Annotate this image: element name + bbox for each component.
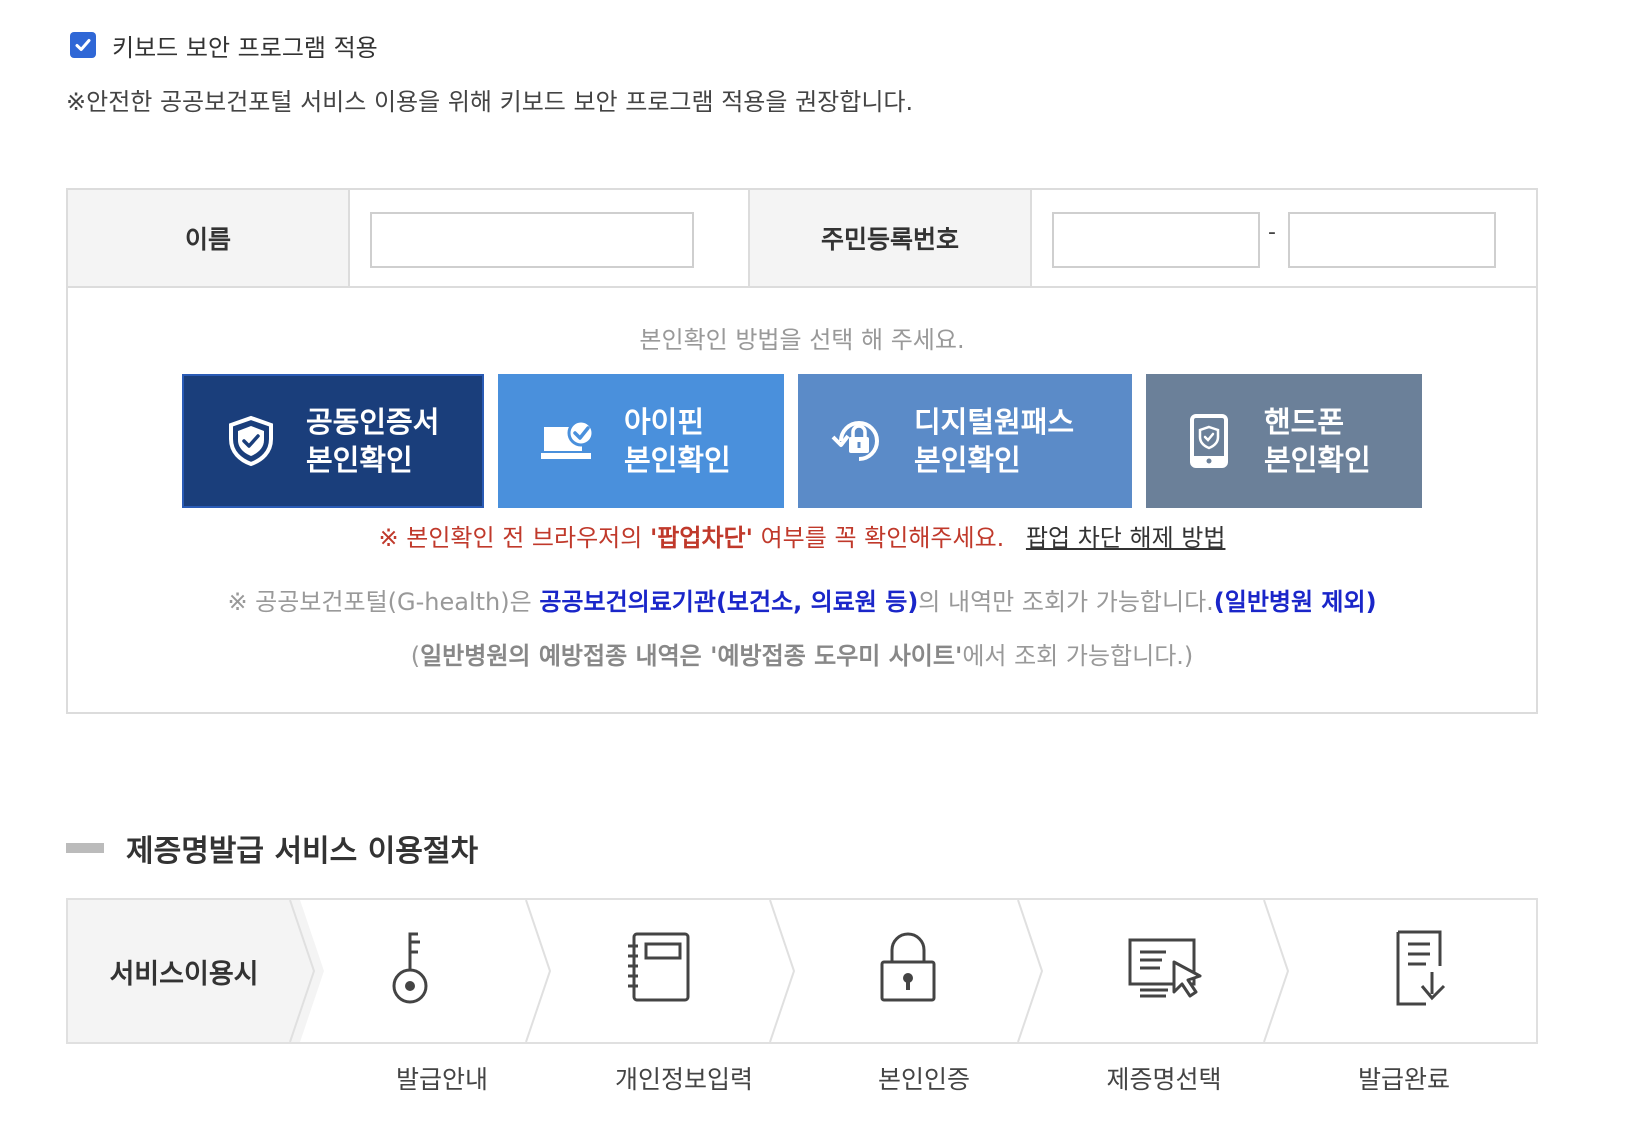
popup-block-notice: ※ 본인확인 전 브라우저의 '팝업차단' 여부를 꼭 확인해주세요. 팝업 차… [68, 518, 1536, 553]
step-label: 발급안내 [395, 1065, 488, 1094]
identity-verification-box: 이름 주민등록번호 - 본인확인 방법을 선택 해 주세요. 공동인증서 본인확… [66, 188, 1538, 714]
digital-onepass-verify-button[interactable]: 디지털원패스 본인확인 [798, 374, 1132, 508]
digital-onepass-verify-line2: 본인확인 [914, 443, 1021, 477]
step-start-label: 서비스이용시 [68, 900, 300, 1042]
padlock-icon [880, 932, 936, 1002]
step-label: 개인정보입력 [614, 1065, 753, 1094]
phone-shield-icon [1174, 406, 1244, 476]
document-download-icon [1396, 930, 1446, 1006]
step-label: 제증명선택 [1106, 1065, 1222, 1094]
verification-method-title: 본인확인 방법을 선택 해 주세요. [639, 326, 965, 354]
chevron-right-icon [769, 900, 796, 1042]
keyboard-security-label[interactable]: 키보드 보안 프로그램 적용 [112, 28, 378, 63]
rrn-front-input[interactable] [1052, 212, 1260, 268]
chevron-right-icon [1263, 900, 1290, 1042]
identity-input-row: 이름 주민등록번호 - [68, 190, 1536, 288]
certificate-verify-button[interactable]: 공동인증서 본인확인 [182, 374, 484, 508]
procedure-title: 제증명발급 서비스 이용절차 [126, 834, 479, 869]
laptop-check-icon [534, 406, 604, 476]
info1-institutions: 공공보건의료기관(보건소, 의료원 등) [539, 588, 919, 616]
info1-prefix: ※ 공공보건포털(G-health)은 [227, 588, 540, 616]
document-cursor-icon [1128, 938, 1202, 998]
procedure-section-header: 제증명발급 서비스 이용절차 [66, 826, 478, 870]
key-icon [392, 932, 428, 1004]
certificate-verify-line1: 공동인증서 [306, 405, 440, 439]
phone-verify-line1: 핸드폰 [1264, 405, 1345, 439]
refresh-lock-icon [824, 406, 894, 476]
popup-notice-strong: '팝업차단' [649, 524, 753, 552]
step-label: 발급완료 [1357, 1065, 1450, 1094]
chevron-right-icon [525, 900, 552, 1042]
popup-unblock-guide-link[interactable]: 팝업 차단 해제 방법 [1026, 524, 1226, 552]
ipin-verify-button[interactable]: 아이핀 본인확인 [498, 374, 784, 508]
chevron-right-icon [278, 900, 324, 1042]
keyboard-security-note: ※안전한 공공보건포털 서비스 이용을 위해 키보드 보안 프로그램 적용을 권… [66, 88, 914, 116]
info2-suffix: 에서 조회 가능합니다.) [962, 642, 1194, 670]
step-label: 본인인증 [877, 1065, 970, 1094]
vaccination-site-notice: (일반병원의 예방접종 내역은 '예방접종 도우미 사이트'에서 조회 가능합니… [68, 636, 1536, 671]
procedure-steps: 서비스이용시 [66, 898, 1538, 1044]
rrn-cell: - [1032, 190, 1536, 286]
name-cell [350, 190, 750, 286]
popup-notice-prefix: ※ 본인확인 전 브라우저의 [378, 524, 650, 552]
ipin-verify-line1: 아이핀 [624, 405, 705, 439]
name-label: 이름 [68, 190, 350, 286]
keyboard-security-row: 키보드 보안 프로그램 적용 [70, 28, 378, 62]
ipin-verify-line2: 본인확인 [624, 443, 731, 477]
phone-verify-line2: 본인확인 [1264, 443, 1371, 477]
notebook-icon [628, 932, 690, 1002]
certificate-verify-line2: 본인확인 [306, 443, 413, 477]
info2-bold: 일반병원의 예방접종 내역은 '예방접종 도우미 사이트' [420, 642, 963, 670]
phone-verify-button[interactable]: 핸드폰 본인확인 [1146, 374, 1422, 508]
ghealth-scope-notice: ※ 공공보건포털(G-health)은 공공보건의료기관(보건소, 의료원 등)… [68, 582, 1536, 617]
rrn-back-input[interactable] [1288, 212, 1496, 268]
section-bar [66, 843, 104, 853]
chevron-right-icon [1017, 900, 1044, 1042]
info1-exclusion: (일반병원 제외) [1213, 588, 1377, 616]
info2-prefix: ( [410, 642, 421, 670]
rrn-separator: - [1268, 220, 1276, 245]
digital-onepass-verify-line1: 디지털원패스 [914, 405, 1075, 439]
checkmark-icon [75, 39, 91, 51]
keyboard-security-checkbox[interactable] [70, 32, 96, 58]
name-input[interactable] [370, 212, 694, 268]
shield-check-icon [216, 406, 286, 476]
info1-mid: 의 내역만 조회가 가능합니다. [918, 588, 1214, 616]
popup-notice-suffix: 여부를 꼭 확인해주세요. [752, 524, 1005, 552]
rrn-label: 주민등록번호 [750, 190, 1032, 286]
